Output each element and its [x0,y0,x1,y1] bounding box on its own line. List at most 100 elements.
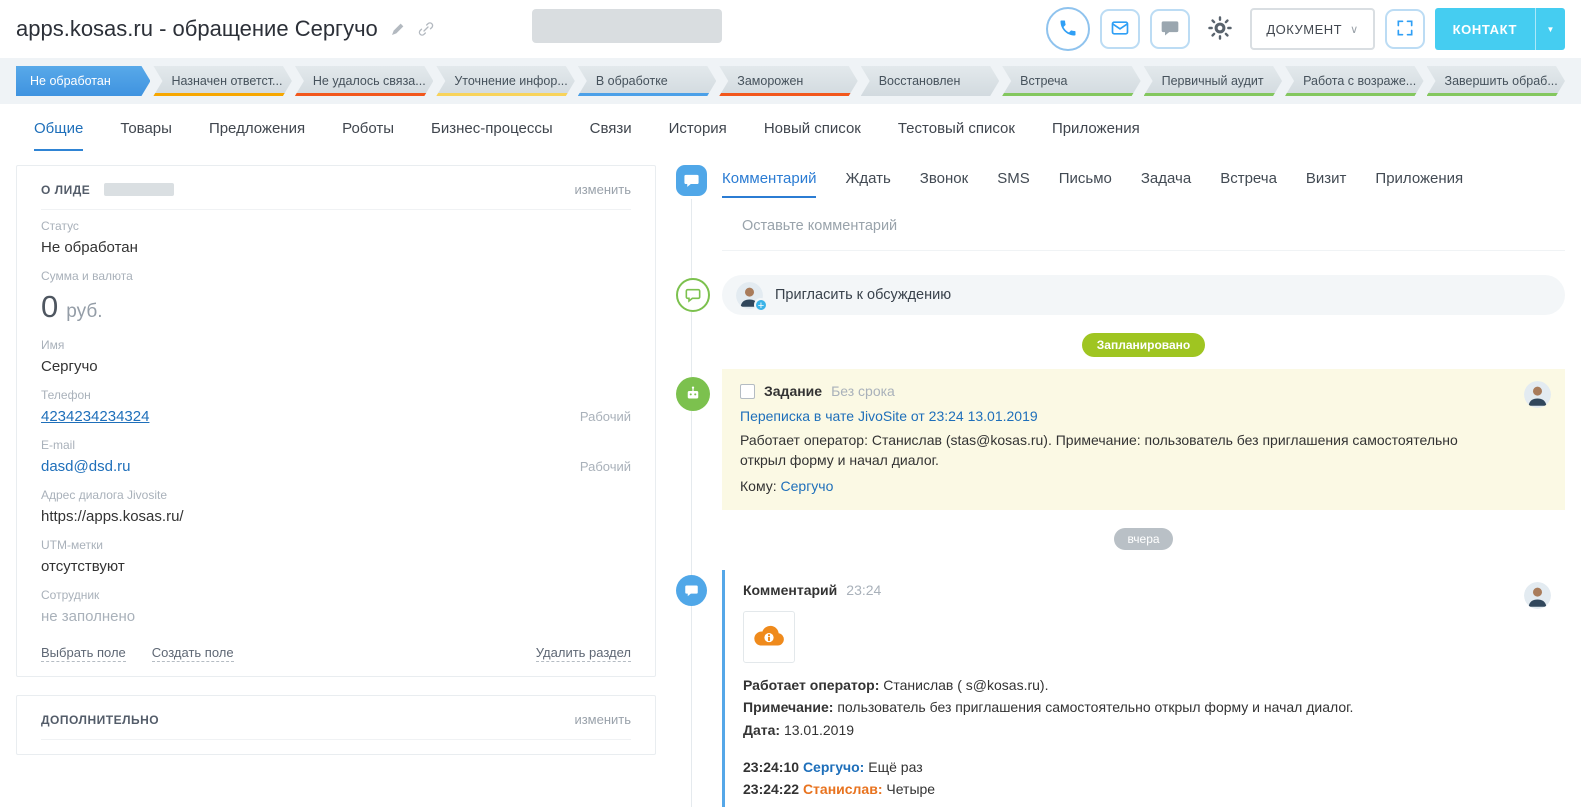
comment-input-row: Оставьте комментарий [676,198,1565,251]
money-amount: 0 [41,289,58,325]
email-button[interactable] [1100,9,1140,49]
tab-links[interactable]: Связи [590,120,632,151]
comment-avatar[interactable] [1524,582,1551,609]
pipeline-stage-0[interactable]: Не обработан [16,66,150,96]
tab-history[interactable]: История [669,120,727,151]
ttab-comment[interactable]: Комментарий [722,170,816,198]
pipeline-stage-9[interactable]: Работа с возраже... [1285,66,1423,96]
invite-label: Пригласить к обсуждению [775,287,951,303]
lead-card-title: О ЛИДЕ [41,183,90,197]
ttab-sms[interactable]: SMS [997,170,1030,198]
pipeline-stage-6[interactable]: Восстановлен [861,66,999,96]
field-status: Статус Не обработан [41,210,631,260]
fullscreen-button[interactable] [1385,9,1425,49]
date-separator-row: вчера [676,528,1565,550]
timeline-tabs-row: Комментарий Ждать Звонок SMS Письмо Зада… [676,165,1565,198]
tab-products[interactable]: Товары [120,120,172,151]
task-link[interactable]: Переписка в чате JivoSite от 23:24 13.01… [740,408,1547,424]
tab-offers[interactable]: Предложения [209,120,305,151]
ttab-wait[interactable]: Ждать [845,170,890,198]
task-avatar[interactable] [1524,381,1551,408]
tab-robots[interactable]: Роботы [342,120,394,151]
content-area: О ЛИДЕ изменить Статус Не обработан Сумм… [0,151,1581,807]
timeline-column: Комментарий Ждать Звонок SMS Письмо Зада… [676,165,1565,807]
contact-button-label[interactable]: КОНТАКТ [1435,8,1535,50]
email-link[interactable]: dasd@dsd.ru [41,458,130,475]
comment-entry-time: 23:24 [846,582,881,598]
tab-new-list[interactable]: Новый список [764,120,861,151]
chat-message: 23:24:10 Сергучо: Ещё раз [743,757,1547,777]
invite-to-discussion[interactable]: + Пригласить к обсуждению [722,275,1565,315]
comment-entry-icon [676,575,707,606]
edit-title-icon[interactable] [390,21,406,37]
select-field-link[interactable]: Выбрать поле [41,645,126,662]
tab-general[interactable]: Общие [34,120,83,151]
lead-card: О ЛИДЕ изменить Статус Не обработан Сумм… [16,165,656,677]
pipeline-stage-8[interactable]: Первичный аудит [1144,66,1282,96]
page-title: apps.kosas.ru - обращение Сергучо [16,16,378,42]
create-field-link[interactable]: Создать поле [152,645,234,662]
phone-link[interactable]: 4234234234324 [41,408,149,425]
chat-message: 23:24:27 Станислав: пять Шесть [743,802,1547,807]
chat-button[interactable] [1150,9,1190,49]
planned-badge: Запланировано [1082,333,1206,357]
phone-type-label: Рабочий [580,409,631,424]
phone-icon [1058,18,1078,41]
invite-row: + Пригласить к обсуждению [676,275,1565,315]
ttab-call[interactable]: Звонок [920,170,968,198]
ttab-apps[interactable]: Приложения [1375,170,1463,198]
chat-message: 23:24:22 Станислав: Четыре [743,779,1547,799]
task-checkbox[interactable] [740,384,755,399]
call-button[interactable] [1046,7,1090,51]
lead-card-header: О ЛИДЕ изменить [41,182,631,210]
ttab-visit[interactable]: Визит [1306,170,1347,198]
ttab-mail[interactable]: Письмо [1059,170,1112,198]
page-header: apps.kosas.ru - обращение Сергучо [0,0,1581,58]
extra-card-header: ДОПОЛНИТЕЛЬНО изменить [41,712,631,740]
pipeline-stage-10[interactable]: Завершить обраб... [1427,66,1565,96]
extra-edit-link[interactable]: изменить [574,712,631,727]
field-money: Сумма и валюта 0 руб. [41,260,631,329]
document-button[interactable]: ДОКУМЕНТ ∨ [1250,8,1374,50]
task-card: Задание Без срока Переписка в чате JivoS… [722,369,1565,510]
ttab-meeting[interactable]: Встреча [1220,170,1277,198]
mail-icon [1110,18,1130,41]
pipeline-stage-3[interactable]: Уточнение инфор... [436,66,574,96]
attachment-thumbnail[interactable] [743,611,795,663]
pipeline-stage-7[interactable]: Встреча [1002,66,1140,96]
ttab-task[interactable]: Задача [1141,170,1191,198]
task-title: Задание [764,383,822,399]
task-to: Кому: Сергучо [740,478,1547,494]
blurred-region [532,9,722,43]
task-deadline: Без срока [831,383,895,399]
pipeline-stage-5[interactable]: Заморожен [719,66,857,96]
lead-details-column: О ЛИДЕ изменить Статус Не обработан Сумм… [16,165,656,755]
stage-pipeline: Не обработан Назначен ответст... Не удал… [0,58,1581,104]
field-employee: Сотрудник не заполнено [41,579,631,629]
invite-avatar-icon: + [736,282,763,309]
tab-apps[interactable]: Приложения [1052,120,1140,151]
tab-bizproc[interactable]: Бизнес-процессы [431,120,553,151]
task-to-link[interactable]: Сергучо [781,478,834,494]
settings-button[interactable] [1200,9,1240,49]
convert-contact-button[interactable]: КОНТАКТ ▼ [1435,8,1565,50]
blurred-region [104,183,174,196]
timeline-tabs: Комментарий Ждать Звонок SMS Письмо Зада… [722,165,1565,198]
field-email: E-mail dasd@dsd.ru Рабочий [41,429,631,479]
field-phone: Телефон 4234234234324 Рабочий [41,379,631,429]
pipeline-stage-4[interactable]: В обработке [578,66,716,96]
comment-line-date: Дата: 13.01.2019 [743,720,1547,740]
chat-log: 23:24:10 Сергучо: Ещё раз 23:24:22 Стани… [743,757,1547,807]
task-row: Задание Без срока Переписка в чате JivoS… [676,369,1565,510]
contact-caret-icon[interactable]: ▼ [1535,8,1565,50]
lead-edit-link[interactable]: изменить [574,182,631,197]
comment-entry-row: Комментарий 23:24 Работает оператор: Ста… [676,570,1565,807]
tab-test-list[interactable]: Тестовый список [898,120,1015,151]
copy-link-icon[interactable] [418,21,434,37]
extra-card: ДОПОЛНИТЕЛЬНО изменить [16,695,656,755]
pipeline-stage-1[interactable]: Назначен ответст... [153,66,291,96]
delete-section-link[interactable]: Удалить раздел [536,645,631,662]
pipeline-stage-2[interactable]: Не удалось связа... [295,66,433,96]
comment-input[interactable]: Оставьте комментарий [722,208,1565,251]
date-separator[interactable]: вчера [1114,528,1172,550]
